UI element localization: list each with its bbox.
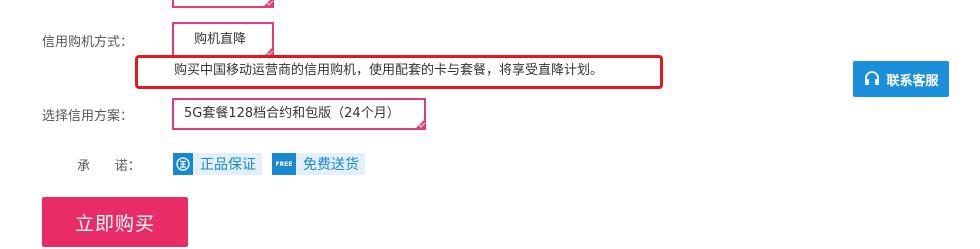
- promise-label: 承 诺：: [77, 159, 141, 174]
- promise-free-delivery: FREE 免费送货: [272, 153, 365, 175]
- free-badge-text: FREE: [275, 160, 293, 168]
- option-direct-discount-label: 购机直降: [194, 32, 247, 47]
- buy-now-label: 立即购买: [74, 212, 155, 235]
- credit-purchase-panel: 信用购机方式： 购机直降 购买中国移动运营商的信用购机，使用配套的卡与套餐，将享…: [0, 0, 980, 249]
- selected-check-icon: [414, 118, 426, 130]
- free-badge-icon: FREE: [272, 153, 296, 175]
- option-direct-discount[interactable]: 购机直降: [172, 22, 274, 58]
- option-5g-plan[interactable]: 5G套餐128档合约和包版（24个月）: [172, 98, 426, 130]
- promise-genuine-text: 正品保证: [200, 157, 256, 173]
- promise-genuine: 正品保证: [173, 153, 262, 175]
- purchase-method-label: 信用购机方式：: [42, 35, 134, 50]
- method-description-text: 购买中国移动运营商的信用购机，使用配套的卡与套餐，将享受直降计划。: [174, 63, 604, 78]
- selected-check-icon: [262, 0, 274, 8]
- credit-plan-label: 选择信用方案：: [42, 109, 134, 124]
- genuine-seal-icon: [173, 153, 193, 175]
- buy-now-button[interactable]: 立即购买: [42, 197, 188, 247]
- promise-free-delivery-text: 免费送货: [303, 157, 359, 173]
- contact-service-label: 联系客服: [886, 73, 939, 89]
- contact-service-button[interactable]: 联系客服: [853, 61, 949, 97]
- option-5g-plan-label: 5G套餐128档合约和包版（24个月）: [184, 106, 400, 121]
- previous-option-box[interactable]: [172, 0, 274, 8]
- method-description: 购买中国移动运营商的信用购机，使用配套的卡与套餐，将享受直降计划。: [135, 55, 663, 89]
- headset-icon: [865, 71, 880, 85]
